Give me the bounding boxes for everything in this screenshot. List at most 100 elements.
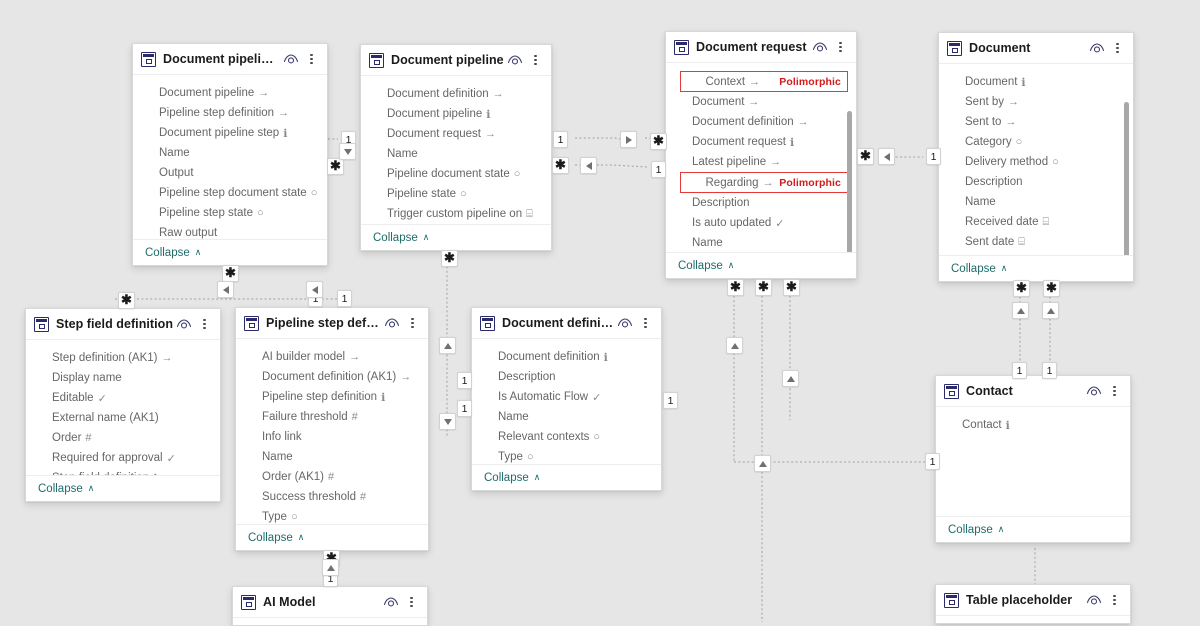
field-row[interactable]: Type ○ [236,507,428,524]
field-row[interactable]: Pipeline document state ○ [361,164,551,184]
field-row[interactable]: Raw output [133,223,327,239]
cardinality-badge-many[interactable]: ✱ [118,292,135,309]
field-row[interactable]: Name [939,192,1133,212]
field-row-polymorphic[interactable]: Context → Polimorphic [680,71,848,92]
field-row[interactable]: Document definition (AK1) → [236,367,428,387]
cardinality-badge-one[interactable]: 1 [651,161,666,178]
field-row[interactable]: Relevant contexts ○ [472,427,661,447]
field-row[interactable]: Name [133,143,327,163]
field-row-polymorphic[interactable]: Regarding → Polimorphic [680,172,848,193]
eye-visibility-icon[interactable] [810,38,829,57]
entity-header[interactable]: Document definition [472,308,661,339]
more-vertical-icon[interactable] [526,51,545,70]
cardinality-badge-one[interactable]: 1 [457,372,472,389]
relationship-direction-down-button[interactable] [339,143,356,160]
field-row[interactable]: Document pipeline ℹ [361,104,551,124]
cardinality-badge-many[interactable]: ✱ [755,279,772,296]
field-row[interactable]: Name [236,447,428,467]
eye-visibility-icon[interactable] [382,314,401,333]
cardinality-badge-many[interactable]: ✱ [783,279,800,296]
cardinality-badge-many[interactable]: ✱ [1013,280,1030,297]
field-row[interactable]: Contact ℹ [936,415,1130,435]
entity-card-contact[interactable]: Contact Contact ℹ Collapse ∧ [935,375,1131,543]
relationship-direction-left-button[interactable] [306,281,323,298]
scrollbar-thumb[interactable] [1124,102,1129,255]
field-row[interactable]: Pipeline step state ○ [133,203,327,223]
field-row[interactable]: Description [472,367,661,387]
field-row[interactable]: Required for approval ✓ [26,448,220,468]
field-row[interactable]: Sent to → [939,112,1133,132]
collapse-button[interactable]: Collapse ∧ [678,260,734,272]
cardinality-badge-many[interactable]: ✱ [222,265,239,282]
more-vertical-icon[interactable] [402,593,421,612]
relationship-direction-left-button[interactable] [878,148,895,165]
collapse-button[interactable]: Collapse ∧ [948,524,1004,536]
entity-header[interactable]: Table placeholder [936,585,1130,616]
field-row[interactable]: Order # [26,428,220,448]
more-vertical-icon[interactable] [831,38,850,57]
eye-visibility-icon[interactable] [505,51,524,70]
field-row[interactable]: Is Automatic Flow ✓ [472,387,661,407]
relationship-direction-left-button[interactable] [580,157,597,174]
cardinality-badge-one[interactable]: 1 [926,148,941,165]
eye-visibility-icon[interactable] [1084,591,1103,610]
cardinality-badge-many[interactable]: ✱ [650,133,667,150]
field-row[interactable]: Document request ℹ [666,132,856,152]
cardinality-badge-many[interactable]: ✱ [552,157,569,174]
cardinality-badge-many[interactable]: ✱ [857,148,874,165]
field-row[interactable]: Document definition ℹ [472,347,661,367]
field-row[interactable]: Document ℹ [939,72,1133,92]
cardinality-badge-many[interactable]: ✱ [1043,280,1060,297]
field-row[interactable]: Success threshold # [236,487,428,507]
cardinality-badge-one[interactable]: 1 [553,131,568,148]
field-row[interactable]: Delivery method ○ [939,152,1133,172]
field-row[interactable]: Latest pipeline → [666,152,856,172]
field-row[interactable]: Output [133,163,327,183]
entity-header[interactable]: Document pipeline [361,45,551,76]
entity-card-document-pipeline-step[interactable]: Document pipeline stepDocument pipeline→… [132,43,328,266]
cardinality-badge-one[interactable]: 1 [337,290,352,307]
relationship-direction-up-button[interactable] [1012,302,1029,319]
cardinality-badge-many[interactable]: ✱ [327,158,344,175]
cardinality-badge-one[interactable]: 1 [925,453,940,470]
cardinality-badge-one[interactable]: 1 [457,400,472,417]
field-row[interactable]: Document request → [361,124,551,144]
more-vertical-icon[interactable] [195,315,214,334]
field-row[interactable]: Pipeline step definition ℹ [236,387,428,407]
field-row[interactable]: Document definition → [361,84,551,104]
field-row[interactable]: Description [939,172,1133,192]
collapse-button[interactable]: Collapse ∧ [484,472,540,484]
entity-header[interactable]: Contact [936,376,1130,407]
field-row[interactable]: Editable ✓ [26,388,220,408]
eye-visibility-icon[interactable] [281,50,300,69]
entity-card-pipeline-step-definition[interactable]: Pipeline step definition AI builder model… [235,307,429,551]
eye-visibility-icon[interactable] [174,315,193,334]
field-row[interactable]: Name [666,233,856,252]
scrollbar-thumb[interactable] [847,111,852,252]
relationship-direction-up-button[interactable] [322,559,339,576]
relationship-direction-left-button[interactable] [217,281,234,298]
entity-card-document-pipeline[interactable]: Document pipeline Document definition → Doc… [360,44,552,251]
collapse-button[interactable]: Collapse ∧ [38,483,94,495]
cardinality-badge-one[interactable]: 1 [1012,362,1027,379]
field-row[interactable]: Step field definition ℹ [26,468,220,475]
er-diagram-canvas[interactable]: Document pipeline stepDocument pipeline→… [0,0,1200,626]
field-row[interactable]: Sent date ⌸ [939,232,1133,252]
field-list-scrollbar[interactable] [1124,72,1129,255]
entity-header[interactable]: Pipeline step definition [236,308,428,339]
entity-header[interactable]: Document [939,33,1133,64]
field-row[interactable]: Document pipeline → [133,83,327,103]
entity-card-document[interactable]: Document Document ℹ Sent by → Sent to → Categor… [938,32,1134,282]
cardinality-badge-one[interactable]: 1 [1042,362,1057,379]
relationship-direction-right-button[interactable] [620,131,637,148]
field-row[interactable]: Step definition (AK1) → [26,348,220,368]
cardinality-badge-one[interactable]: 1 [663,392,678,409]
more-vertical-icon[interactable] [302,50,321,69]
field-row[interactable]: External name (AK1) [26,408,220,428]
eye-visibility-icon[interactable] [381,593,400,612]
field-row[interactable]: AI builder model → [236,347,428,367]
collapse-button[interactable]: Collapse ∧ [373,232,429,244]
collapse-button[interactable]: Collapse ∧ [951,263,1007,275]
field-row[interactable]: Pipeline step document state ○ [133,183,327,203]
field-row[interactable]: Sent by → [939,92,1133,112]
